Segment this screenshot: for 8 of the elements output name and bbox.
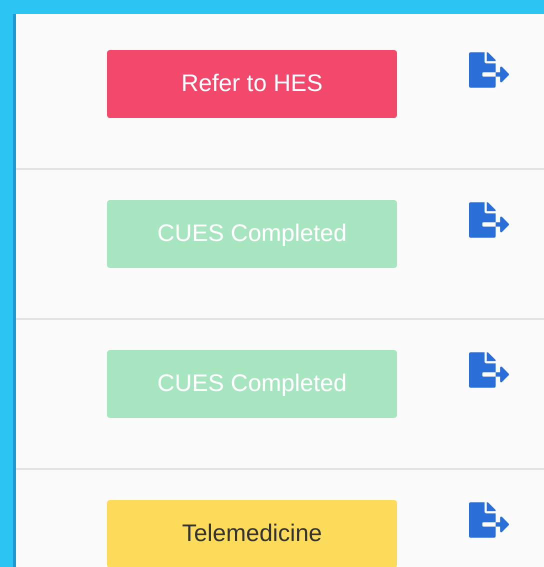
file-export-icon[interactable]: [469, 350, 509, 390]
file-export-icon[interactable]: [469, 50, 509, 90]
status-badge: Refer to HES: [107, 50, 397, 118]
status-badge: Telemedicine: [107, 500, 397, 567]
file-export-icon[interactable]: [469, 500, 509, 540]
status-badge: CUES Completed: [107, 350, 397, 418]
file-export-icon[interactable]: [469, 200, 509, 240]
status-badge: CUES Completed: [107, 200, 397, 268]
